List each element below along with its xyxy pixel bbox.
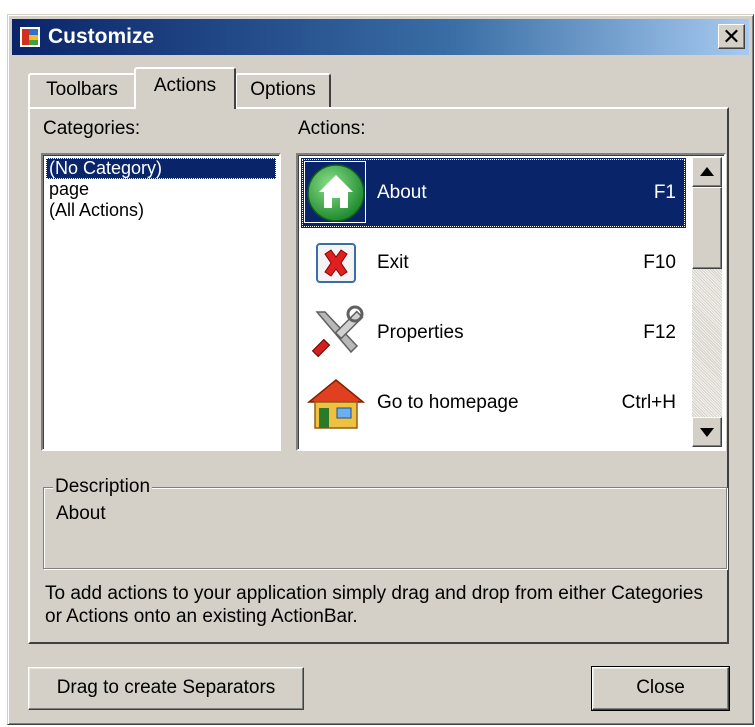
actions-listbox[interactable]: About F1 Exit F10 Properties F12 Go to h…: [296, 153, 726, 451]
scroll-up-button[interactable]: [692, 157, 722, 187]
categories-label: Categories:: [43, 118, 141, 139]
tab-toolbars[interactable]: Toolbars: [28, 73, 136, 107]
action-shortcut: F12: [643, 322, 676, 343]
category-item[interactable]: page: [46, 179, 92, 200]
tab-options[interactable]: Options: [235, 73, 331, 107]
house-icon: [306, 379, 366, 429]
wrench-screwdriver-icon: [311, 305, 364, 358]
description-title: Description: [53, 476, 153, 498]
categories-listbox[interactable]: (No Category) page (All Actions): [41, 153, 281, 451]
action-name: Go to homepage: [377, 392, 519, 413]
app-icon: [20, 27, 40, 47]
category-item[interactable]: (No Category): [46, 158, 276, 179]
action-shortcut: F10: [643, 252, 676, 273]
category-item[interactable]: (All Actions): [46, 200, 147, 221]
arrow-down-icon: [700, 428, 714, 437]
drag-separators-button[interactable]: Drag to create Separators: [28, 667, 304, 710]
tab-actions[interactable]: Actions: [134, 67, 236, 109]
actions-label: Actions:: [298, 118, 366, 139]
action-name: Properties: [377, 322, 464, 343]
action-item-about[interactable]: About F1: [301, 158, 686, 228]
description-groupbox: [43, 487, 727, 569]
close-button[interactable]: Close: [591, 666, 730, 711]
close-window-button[interactable]: ✕: [718, 24, 745, 49]
title-bar[interactable]: Customize ✕: [12, 19, 749, 55]
action-shortcut: Ctrl+H: [621, 392, 676, 413]
action-item-go-to-homepage[interactable]: Go to homepage Ctrl+H: [301, 368, 686, 438]
window-title: Customize: [48, 25, 155, 48]
scroll-thumb[interactable]: [692, 187, 722, 269]
action-shortcut: F1: [653, 182, 676, 203]
close-icon: ✕: [722, 24, 741, 49]
actions-scrollbar[interactable]: [692, 157, 722, 447]
arrow-up-icon: [700, 167, 714, 176]
red-x-icon: [316, 243, 356, 283]
home-circle-icon: [307, 164, 365, 222]
description-text: About: [56, 503, 106, 524]
action-item-properties[interactable]: Properties F12: [301, 298, 686, 368]
help-text: To add actions to your application simpl…: [45, 583, 703, 627]
action-name: Exit: [377, 252, 409, 273]
action-item-exit[interactable]: Exit F10: [301, 228, 686, 298]
scroll-down-button[interactable]: [692, 417, 722, 447]
customize-dialog: Customize ✕ Toolbars Actions Options Cat…: [7, 14, 754, 725]
action-name: About: [377, 182, 427, 203]
